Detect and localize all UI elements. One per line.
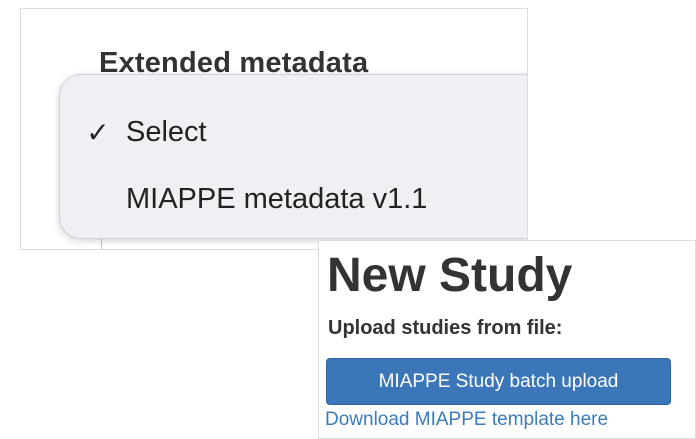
extended-metadata-dropdown-menu: ✓ Select MIAPPE metadata v1.1 — [59, 74, 527, 239]
download-template-link[interactable]: Download MIAPPE template here — [325, 409, 608, 431]
new-study-panel: New Study Upload studies from file: MIAP… — [318, 240, 696, 439]
upload-studies-label: Upload studies from file: — [328, 317, 563, 339]
menu-item-label: MIAPPE metadata v1.1 — [126, 182, 428, 215]
menu-item-label: Select — [126, 115, 207, 148]
checkmark-icon: ✓ — [86, 116, 110, 148]
menu-item-miappe-v1-1[interactable]: MIAPPE metadata v1.1 — [60, 172, 527, 226]
miappe-batch-upload-button[interactable]: MIAPPE Study batch upload — [326, 358, 671, 405]
extended-metadata-panel: Extended metadata ✓ Select MIAPPE metada… — [20, 8, 528, 250]
page-title: New Study — [327, 249, 573, 302]
menu-item-select[interactable]: ✓ Select — [60, 105, 527, 159]
